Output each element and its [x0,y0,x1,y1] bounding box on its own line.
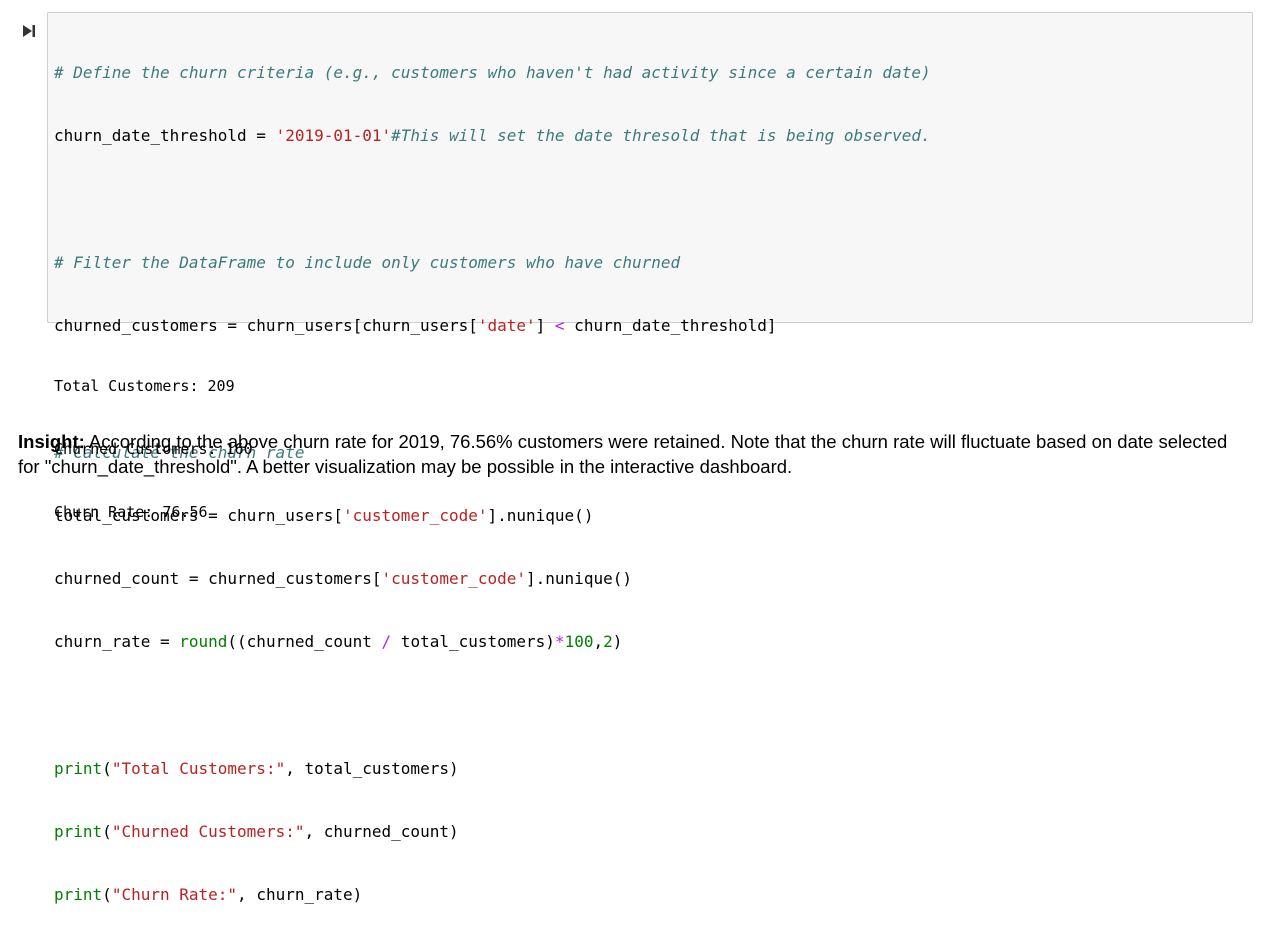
code-number: 100 [564,632,594,651]
code-cell[interactable]: # Define the churn criteria (e.g., custo… [47,12,1253,904]
code-token: churn_date_threshold = [54,126,276,145]
markdown-insight: Insight: According to the above churn ra… [18,429,1253,479]
code-token: ((churned_count [227,632,382,651]
code-token: , total_customers) [285,759,459,778]
code-operator: / [381,632,392,651]
code-line: churn_rate = round((churned_count / tota… [54,631,931,652]
code-comment: #This will set the date thresold that is… [391,126,931,145]
code-token: , [593,632,604,651]
code-line: churned_customers = churn_users[churn_us… [54,315,931,336]
code-token: ].nunique() [526,569,632,588]
code-line: # Filter the DataFrame to include only c… [54,252,931,273]
code-string: "Churned Customers:" [111,822,305,841]
output-line: Total Customers: 209 [54,377,235,395]
code-line: print("Total Customers:", total_customer… [54,758,931,779]
code-comment: # Define the churn criteria (e.g., custo… [54,63,931,82]
code-line: print("Churned Customers:", churned_coun… [54,821,931,842]
code-string: '2019-01-01' [275,126,392,145]
code-token: churn_rate = [54,632,180,651]
code-number: 2 [603,632,613,651]
code-string: 'date' [477,316,536,335]
insight-label: Insight: [18,431,85,452]
code-line: print("Churn Rate:", churn_rate) [54,884,931,905]
code-line: churn_date_threshold = '2019-01-01'#This… [54,125,931,146]
output-line: Churn Rate: 76.56 [54,503,208,521]
code-token: , churned_count) [304,822,459,841]
code-string: "Churn Rate:" [111,885,238,904]
code-token: ( [102,822,112,841]
code-token: ) [612,632,623,651]
code-token: ( [102,885,112,904]
code-builtin: round [179,632,228,651]
code-token: ] [535,316,555,335]
code-builtin: print [54,759,103,778]
code-token: total_customers) [391,632,555,651]
code-operator: * [554,632,565,651]
code-token: churned_count = churned_customers[ [54,569,382,588]
insight-text: According to the above churn rate for 20… [18,431,1228,477]
code-string: "Total Customers:" [111,759,286,778]
code-token: , churn_rate) [237,885,363,904]
code-token: churned_customers = churn_users[churn_us… [54,316,478,335]
code-operator: < [554,316,565,335]
code-line: churned_count = churned_customers['custo… [54,568,931,589]
step-forward-icon[interactable] [22,24,36,38]
code-builtin: print [54,822,103,841]
code-token: ].nunique() [487,506,594,525]
code-string: 'customer_code' [342,506,488,525]
code-string: 'customer_code' [381,569,527,588]
code-line: # Define the churn criteria (e.g., custo… [54,62,931,83]
code-token: ( [102,759,112,778]
code-builtin: print [54,885,103,904]
code-token: churn_date_threshold] [564,316,777,335]
code-comment: # Filter the DataFrame to include only c… [54,253,681,272]
